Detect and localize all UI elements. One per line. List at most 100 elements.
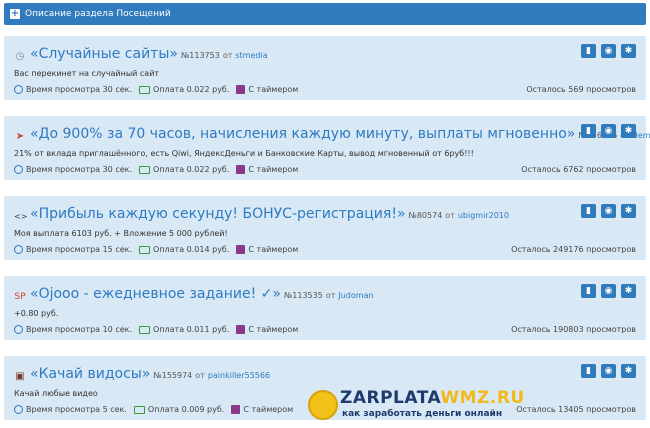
card-description: Качай любые видео	[14, 389, 98, 398]
views-remaining: Осталось 13405 просмотров	[516, 405, 636, 414]
bug-icon: ✱	[624, 285, 633, 296]
payment: Оплата 0.014 руб.	[139, 245, 229, 254]
expand-plus-icon[interactable]: +	[10, 9, 20, 19]
watermark-subtitle: как заработать деньги онлайн	[342, 409, 503, 419]
view-time: Время просмотра 10 сек.	[14, 325, 132, 334]
card-description: Вас перекинет на случайный сайт	[14, 69, 160, 78]
card-description: Моя выплата 6103 руб. + Вложение 5 000 р…	[14, 229, 228, 238]
clock-icon	[14, 245, 23, 254]
card-description: +0.80 руб.	[14, 309, 59, 318]
card-id: №113535	[283, 291, 323, 300]
card-from-label: от	[222, 51, 233, 60]
visit-card: <> «Прибыль каждую секунду! БОНУС-регист…	[4, 196, 646, 260]
timer-flag: С таймером	[236, 85, 298, 94]
shield-button[interactable]: ▮	[581, 364, 596, 378]
timer-flag: С таймером	[236, 325, 298, 334]
clock-icon: ◷	[15, 51, 25, 62]
eye-icon: ◉	[604, 285, 613, 296]
film-icon	[236, 245, 246, 254]
report-button[interactable]: ✱	[621, 44, 636, 58]
report-button[interactable]: ✱	[621, 364, 636, 378]
shield-button[interactable]: ▮	[581, 124, 596, 138]
bug-icon: ✱	[624, 125, 633, 136]
views-remaining: Осталось 190803 просмотров	[511, 325, 636, 334]
sp-icon: SP	[14, 292, 26, 302]
payment: Оплата 0.022 руб.	[139, 85, 229, 94]
eye-icon: ◉	[604, 365, 613, 376]
card-id: №155974	[153, 371, 193, 380]
card-from-label: от	[325, 291, 336, 300]
timer-flag: С таймером	[236, 165, 298, 174]
shield-icon: ▮	[586, 365, 591, 376]
eye-icon: ◉	[604, 45, 613, 56]
card-id: №80574	[408, 211, 443, 220]
payment: Оплата 0.022 руб.	[139, 165, 229, 174]
report-button[interactable]: ✱	[621, 284, 636, 298]
film-icon	[236, 165, 246, 174]
view-time: Время просмотра 30 сек.	[14, 85, 132, 94]
report-button[interactable]: ✱	[621, 124, 636, 138]
section-header[interactable]: + Описание раздела Посещений	[4, 3, 646, 25]
timer-flag: С таймером	[236, 245, 298, 254]
shield-icon: ▮	[586, 125, 591, 136]
view-time: Время просмотра 15 сек.	[14, 245, 132, 254]
card-title-link[interactable]: «Качай видосы»	[30, 366, 150, 382]
image-icon: ▣	[15, 371, 25, 382]
report-button[interactable]: ✱	[621, 204, 636, 218]
card-description: 21% от вклада приглашённого, есть Qiwi, …	[14, 149, 474, 158]
visit-card: SP «Ojooo - ежедневное задание! ✓» №1135…	[4, 276, 646, 340]
views-remaining: Осталось 249176 просмотров	[511, 245, 636, 254]
card-title-link[interactable]: «Случайные сайты»	[30, 46, 178, 62]
section-header-title: Описание раздела Посещений	[25, 9, 171, 19]
watermark-title: ZARPLATAWMZ.RU	[340, 388, 525, 408]
clock-icon	[14, 165, 23, 174]
shield-button[interactable]: ▮	[581, 284, 596, 298]
card-from-label: от	[195, 371, 205, 380]
card-title-link[interactable]: «Прибыль каждую секунду! БОНУС-регистрац…	[30, 206, 406, 222]
bug-icon: ✱	[624, 365, 633, 376]
cash-icon	[139, 165, 151, 174]
card-title-link[interactable]: «До 900% за 70 часов, начисления каждую …	[30, 126, 575, 142]
view-time: Время просмотра 30 сек.	[14, 165, 132, 174]
payment: Оплата 0.009 руб.	[133, 405, 224, 414]
view-time: Время просмотра 5 сек.	[14, 405, 127, 414]
card-title-link[interactable]: «Ojooo - ежедневное задание! ✓»	[30, 286, 281, 302]
cash-icon	[139, 85, 151, 94]
site-watermark: ZARPLATAWMZ.RU как заработать деньги онл…	[308, 388, 524, 424]
card-from-label: от	[445, 211, 455, 220]
clock-icon	[14, 85, 23, 94]
shield-icon: ▮	[586, 45, 591, 56]
bug-icon: ✱	[624, 205, 633, 216]
cash-icon	[139, 245, 151, 254]
visit-card: ◷ «Случайные сайты» №113753 от stmedia В…	[4, 36, 646, 100]
eye-icon: ◉	[604, 125, 613, 136]
views-remaining: Осталось 6762 просмотров	[521, 165, 636, 174]
eye-icon: ◉	[604, 205, 613, 216]
card-id: №113753	[180, 51, 220, 60]
shield-button[interactable]: ▮	[581, 204, 596, 218]
cash-icon	[133, 405, 145, 414]
film-icon	[236, 325, 246, 334]
bug-icon: ✱	[624, 45, 633, 56]
shield-button[interactable]: ▮	[581, 44, 596, 58]
payment: Оплата 0.011 руб.	[139, 325, 229, 334]
card-author-link[interactable]: painkiller55566	[208, 371, 270, 380]
view-button[interactable]: ◉	[601, 124, 616, 138]
clock-icon	[14, 325, 23, 334]
views-remaining: Осталось 569 просмотров	[526, 85, 636, 94]
card-author-link[interactable]: ubigmir2010	[458, 211, 509, 220]
card-author-link[interactable]: Judoman	[338, 291, 373, 300]
film-icon	[231, 405, 241, 414]
timer-flag: С таймером	[231, 405, 293, 414]
view-button[interactable]: ◉	[601, 284, 616, 298]
clock-icon	[14, 405, 23, 414]
view-button[interactable]: ◉	[601, 204, 616, 218]
view-button[interactable]: ◉	[601, 364, 616, 378]
card-author-link[interactable]: stmedia	[235, 51, 267, 60]
code-icon: <>	[14, 212, 28, 221]
film-icon	[236, 85, 246, 94]
watermark-logo-icon	[308, 390, 338, 420]
view-button[interactable]: ◉	[601, 44, 616, 58]
shield-icon: ▮	[586, 285, 591, 296]
rocket-icon: ➤	[15, 131, 25, 142]
